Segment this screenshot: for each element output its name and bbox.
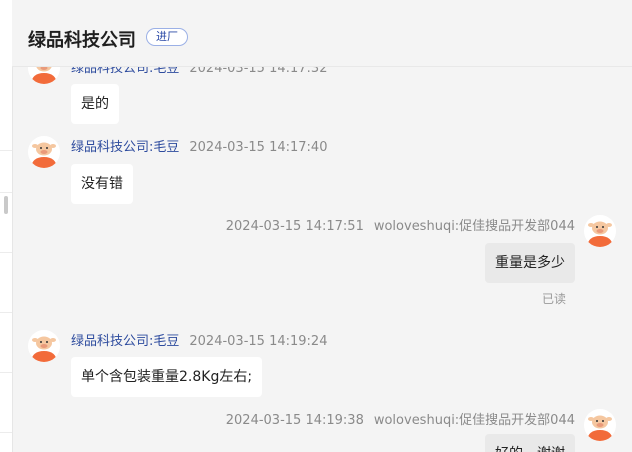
cow-avatar-icon[interactable]	[28, 136, 60, 168]
cow-avatar-icon[interactable]	[28, 330, 60, 362]
message-time: 2024-03-15 14:19:38	[225, 413, 364, 428]
list-divider	[0, 192, 12, 193]
message-bubble[interactable]: 是的	[71, 84, 119, 124]
message-meta: 2024-03-15 14:19:38 woloveshuqi:促佳搜品开发部04…	[226, 409, 575, 428]
list-divider	[0, 372, 12, 373]
message-bubble[interactable]: 好的，谢谢	[485, 434, 575, 452]
list-divider	[0, 312, 12, 313]
message-bubble[interactable]: 重量是多少	[485, 243, 575, 283]
message-time: 2024-03-15 14:17:51	[225, 219, 364, 234]
chat-header: 绿品科技公司 进厂	[12, 0, 632, 67]
list-divider	[0, 150, 12, 151]
list-divider	[0, 252, 12, 253]
message-meta: 绿品科技公司:毛豆 2024-03-15 14:17:40	[71, 136, 327, 155]
message-meta: 绿品科技公司:毛豆 2024-03-15 14:19:24	[71, 330, 327, 349]
sender-name[interactable]: woloveshuqi:促佳搜品开发部044	[374, 413, 575, 428]
status-badge[interactable]: 进厂	[146, 28, 188, 46]
message-bubble[interactable]: 单个含包装重量2.8Kg左右;	[71, 357, 263, 397]
list-divider	[0, 432, 12, 433]
sender-name[interactable]: 绿品科技公司:毛豆	[71, 140, 179, 155]
scrollbar-thumb[interactable]	[4, 196, 8, 214]
cow-avatar-icon[interactable]	[584, 215, 616, 247]
read-status: 已读	[541, 292, 566, 306]
chat-title: 绿品科技公司	[28, 30, 136, 51]
message-bubble[interactable]: 没有错	[71, 164, 133, 204]
sender-name[interactable]: woloveshuqi:促佳搜品开发部044	[374, 219, 575, 234]
message-meta: 2024-03-15 14:17:51 woloveshuqi:促佳搜品开发部04…	[226, 215, 575, 234]
message-time: 2024-03-15 14:19:24	[189, 334, 328, 349]
message-time: 2024-03-15 14:17:40	[189, 140, 328, 155]
sender-name[interactable]: 绿品科技公司:毛豆	[71, 334, 179, 349]
chat-panel: 绿品科技公司:毛豆 2024-03-15 14:17:32 是的 绿品科技公司 进…	[12, 0, 632, 452]
cow-avatar-icon[interactable]	[584, 409, 616, 441]
